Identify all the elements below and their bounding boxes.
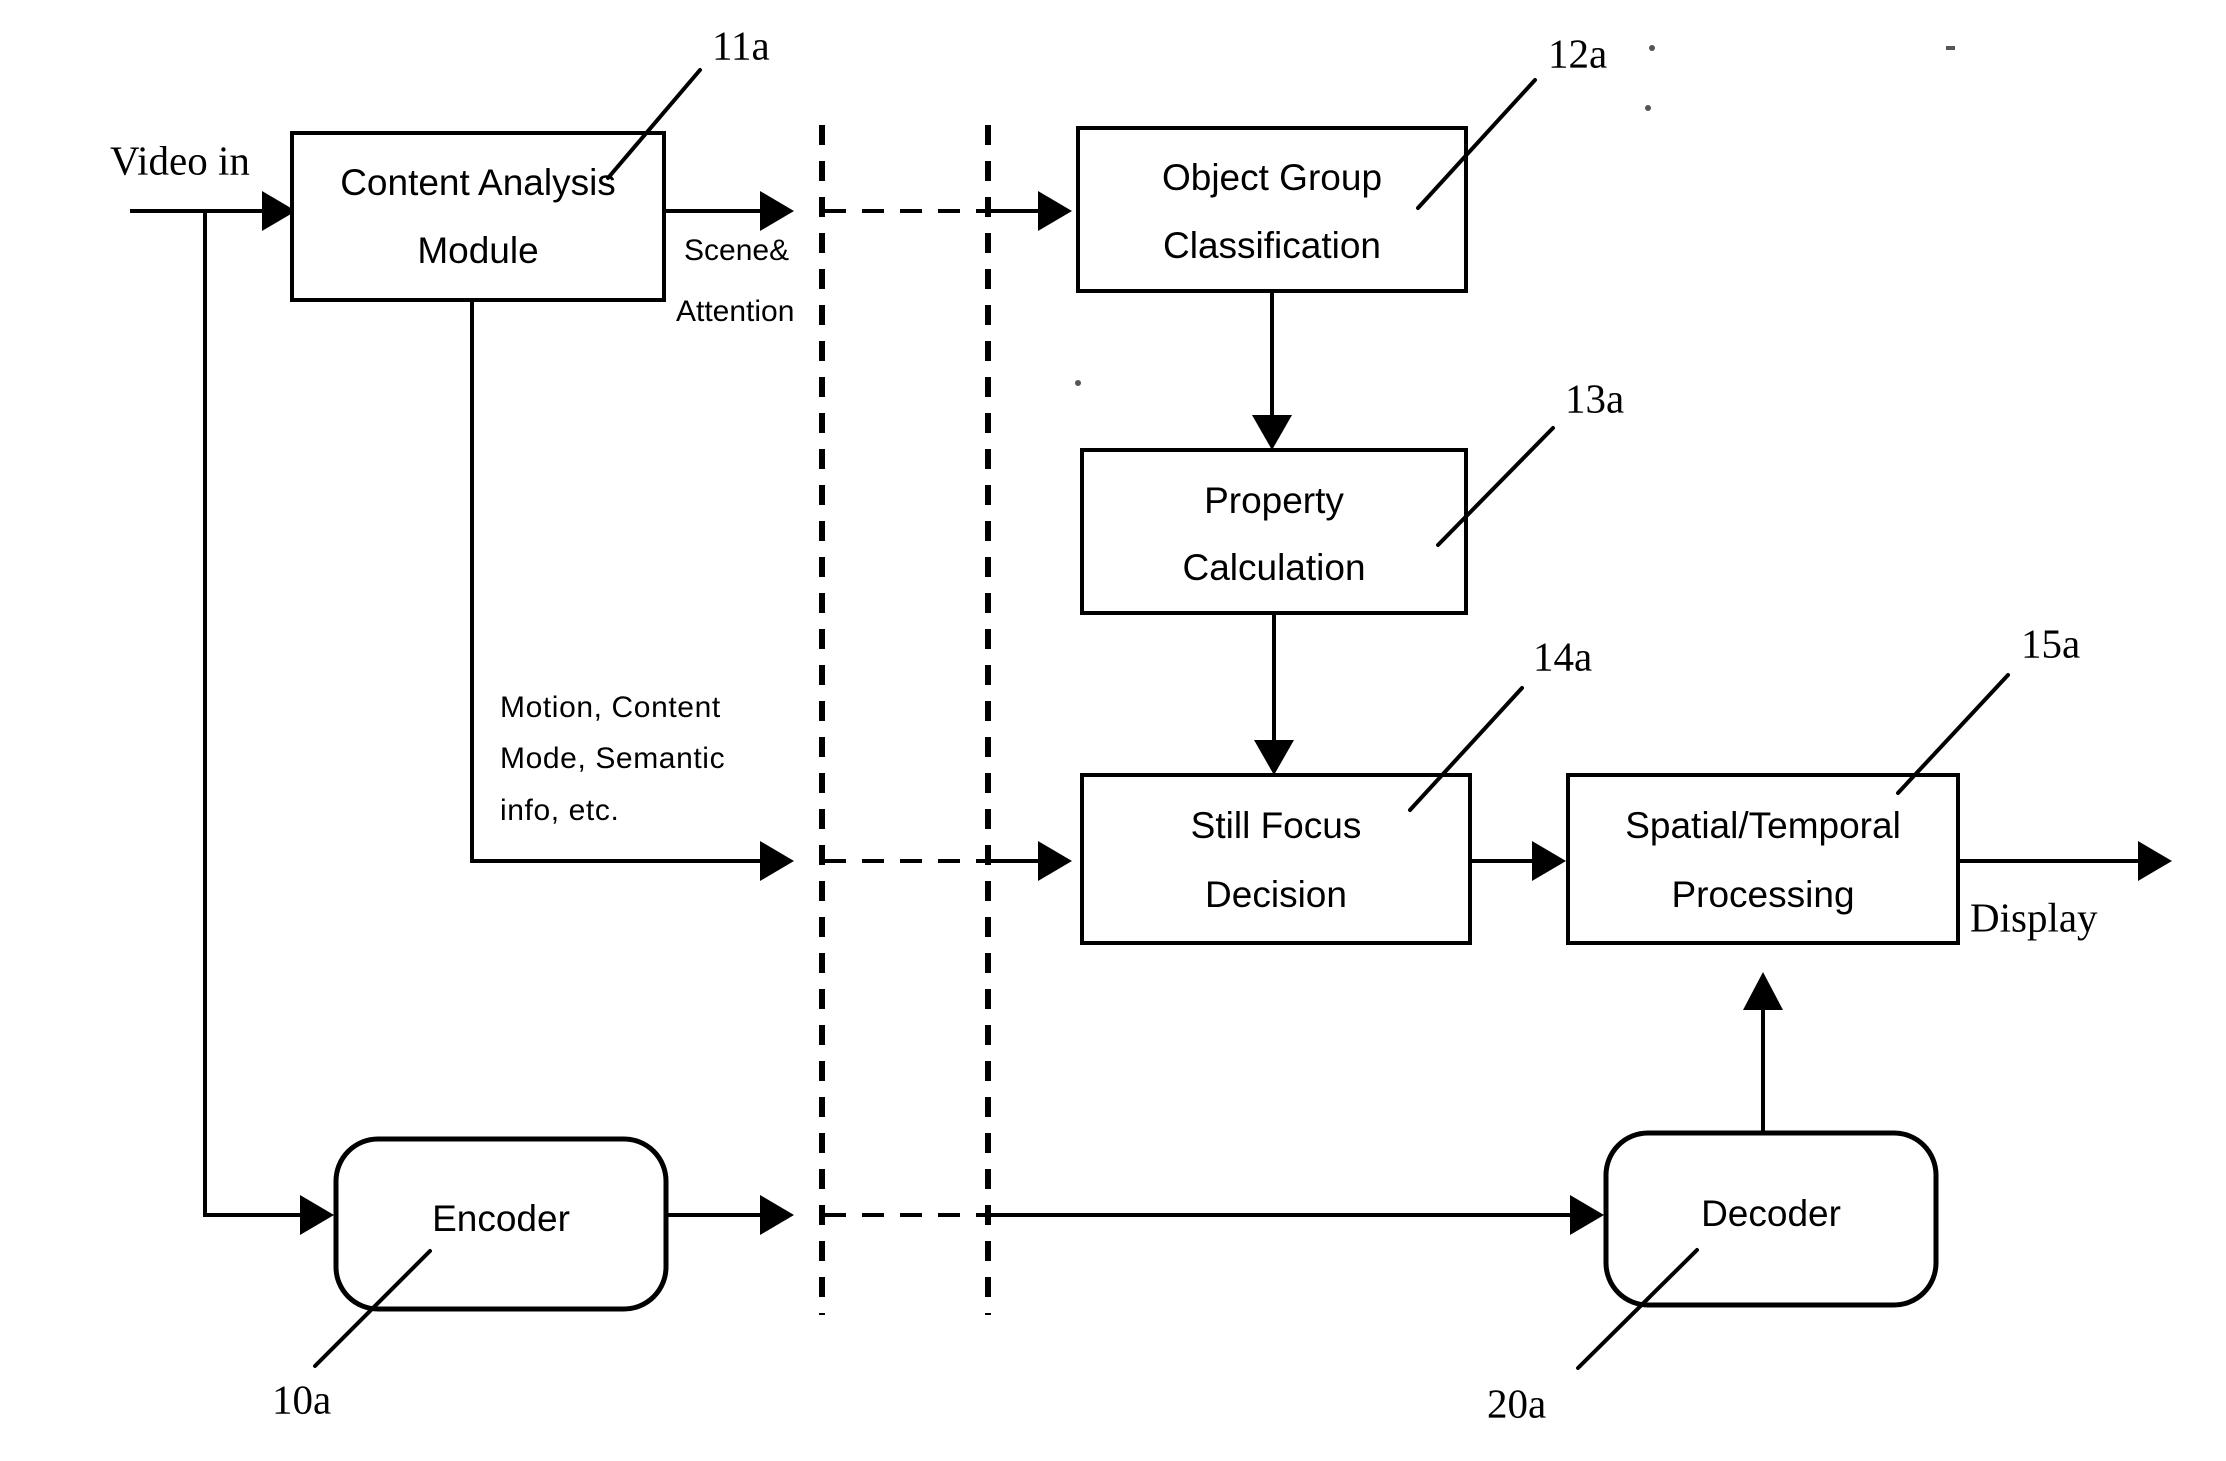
arrowhead-decoder-input <box>1570 1195 1604 1235</box>
signal-label-attention: Attention <box>676 295 794 328</box>
block-label-still-focus-decision-line2: Decision <box>1205 874 1347 915</box>
display-label: Display <box>1970 894 2098 940</box>
ref-label-12a: 12a <box>1548 30 1607 76</box>
figure-canvas: Video in Content Analysis Module 11a Sce… <box>0 0 2226 1461</box>
arrowhead-encoder-divider <box>760 1195 794 1235</box>
block-object-group-classification[interactable] <box>1076 126 1468 293</box>
video-in-label: Video in <box>110 137 250 183</box>
arrowhead-stp-input <box>1532 841 1566 881</box>
block-spatial-temporal-processing[interactable] <box>1566 773 1960 945</box>
scan-speck <box>1946 46 1955 50</box>
connector-video-in-to-encoder <box>203 211 300 1217</box>
block-diagram: Video in Content Analysis Module 11a Sce… <box>110 22 2172 1426</box>
ref-label-15a: 15a <box>2021 620 2080 666</box>
block-label-spatial-temporal-processing-line2: Processing <box>1671 874 1854 915</box>
connector-cam-metadata <box>470 300 760 863</box>
signal-label-metadata-line1: Motion, Content <box>500 691 721 724</box>
block-label-object-group-classification-line1: Object Group <box>1162 157 1382 198</box>
signal-label-scene: Scene& <box>684 234 789 267</box>
block-label-decoder: Decoder <box>1701 1193 1841 1234</box>
signal-label-metadata-line3: info, etc. <box>500 794 619 827</box>
block-label-object-group-classification-line2: Classification <box>1163 225 1381 266</box>
arrowhead-display-output <box>2138 841 2172 881</box>
block-label-property-calculation-line2: Calculation <box>1182 547 1365 588</box>
arrowhead-sfd-top-input <box>1254 740 1294 775</box>
ref-label-20a: 20a <box>1487 1380 1546 1426</box>
arrowhead-cam-divider <box>760 191 794 231</box>
arrowhead-sfd-input <box>1038 841 1072 881</box>
ref-label-14a: 14a <box>1533 633 1592 679</box>
block-content-analysis-module[interactable] <box>290 131 666 302</box>
block-property-calculation[interactable] <box>1080 448 1468 615</box>
block-label-content-analysis-module-line2: Module <box>417 230 538 271</box>
arrowhead-stp-bottom-input <box>1743 972 1783 1010</box>
arrowhead-ogc-input <box>1038 191 1072 231</box>
scan-speck <box>1645 105 1651 111</box>
ref-label-13a: 13a <box>1565 375 1624 421</box>
arrowhead-metadata-divider <box>760 841 794 881</box>
block-label-spatial-temporal-processing-line1: Spatial/Temporal <box>1625 805 1901 846</box>
block-still-focus-decision[interactable] <box>1080 773 1472 945</box>
block-label-content-analysis-module-line1: Content Analysis <box>340 162 616 203</box>
ref-label-11a: 11a <box>712 22 770 68</box>
scan-speck <box>1075 380 1081 386</box>
ref-label-10a: 10a <box>272 1376 331 1422</box>
block-label-encoder: Encoder <box>432 1198 570 1239</box>
block-label-still-focus-decision-line1: Still Focus <box>1191 805 1362 846</box>
scan-speck <box>1649 45 1655 51</box>
signal-label-metadata-line2: Mode, Semantic <box>500 742 725 775</box>
arrowhead-pc-input <box>1252 415 1292 450</box>
block-label-property-calculation-line1: Property <box>1204 480 1344 521</box>
arrowhead-video-in-encoder <box>300 1195 334 1235</box>
